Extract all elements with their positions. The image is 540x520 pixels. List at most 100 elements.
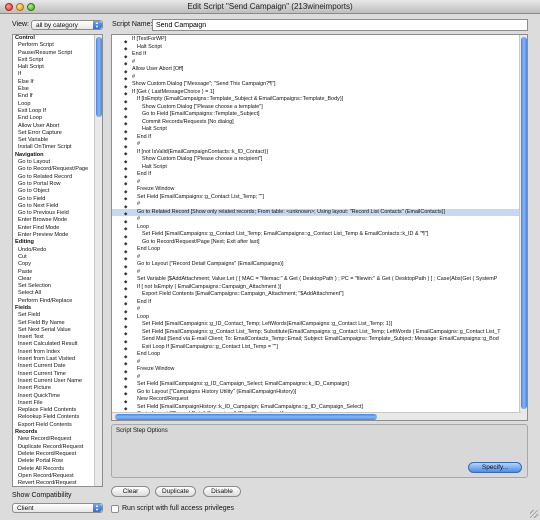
step-list-item[interactable]: Select All	[13, 290, 95, 297]
script-line[interactable]: ◆ End If	[112, 51, 521, 59]
step-list-item[interactable]: Perform Script	[13, 42, 95, 49]
compatibility-select[interactable]: Client	[12, 503, 103, 513]
script-line[interactable]: ◆ Go to Related Record [Show only related…	[112, 208, 521, 216]
step-list-item[interactable]: Delete Record/Request	[13, 451, 95, 458]
script-line[interactable]: ◆#	[112, 306, 521, 314]
script-line[interactable]: ◆ Export Field Contents [EmailCampaigns::…	[112, 291, 521, 299]
script-line[interactable]: ◆#	[112, 59, 521, 67]
script-line[interactable]: ◆#	[112, 216, 521, 224]
script-line[interactable]: ◆ End Loop	[112, 246, 521, 254]
script-line[interactable]: ◆ End Loop	[112, 351, 521, 359]
script-line[interactable]: ◆#	[112, 74, 521, 82]
step-list-item[interactable]: Cut	[13, 254, 95, 261]
step-list-item[interactable]: Relookup Field Contents	[13, 414, 95, 421]
script-line[interactable]: ◆ Set Field [EmailCampaigns::g_Contact Li…	[112, 231, 521, 239]
script-line[interactable]: ◆ Exit Loop If [EmailCampaigns::g_Contact…	[112, 344, 521, 352]
script-line[interactable]: ◆#	[112, 179, 521, 187]
script-line[interactable]: ◆ Freeze Window	[112, 186, 521, 194]
step-list-item[interactable]: End Loop	[13, 115, 95, 122]
step-list-item[interactable]: Go to Field	[13, 196, 95, 203]
step-list-item[interactable]: Install OnTimer Script	[13, 144, 95, 151]
step-list-item[interactable]: Revert Record/Request	[13, 480, 95, 486]
step-list-item[interactable]: Go to Layout	[13, 159, 95, 166]
step-list-item[interactable]: Set Error Capture	[13, 130, 95, 137]
step-list-item[interactable]: Set Next Serial Value	[13, 327, 95, 334]
resize-grip-icon[interactable]	[530, 510, 538, 518]
step-list-item[interactable]: Insert File	[13, 400, 95, 407]
script-line[interactable]: ◆ Set Field [EmailCampaigns::g_Contact Li…	[112, 194, 521, 202]
step-list-item[interactable]: Insert Current User Name	[13, 378, 95, 385]
script-line[interactable]: ◆ If [TestForWP]	[112, 36, 521, 44]
script-line[interactable]: ◆ Show Custom Dialog ["Message"; "Send Th…	[112, 81, 521, 89]
steps-list-scrollbar[interactable]	[94, 35, 102, 486]
step-list-item[interactable]: Insert from Last Visited	[13, 356, 95, 363]
step-category-header[interactable]: Records	[13, 429, 95, 436]
step-category-header[interactable]: Fields	[13, 305, 95, 312]
step-list-item[interactable]: Insert Calculated Result	[13, 341, 95, 348]
step-list-item[interactable]: End If	[13, 93, 95, 100]
step-list-item[interactable]: Paste	[13, 269, 95, 276]
steps-list-scroll-thumb[interactable]	[96, 37, 102, 117]
step-list-item[interactable]: Insert Text	[13, 334, 95, 341]
script-editor-hscrollbar[interactable]	[112, 412, 521, 420]
step-list-item[interactable]: Delete Portal Row	[13, 458, 95, 465]
script-line[interactable]: ◆Go to Layout ["Record Detail Campaigns"…	[112, 261, 521, 269]
step-list-item[interactable]: Else If	[13, 79, 95, 86]
drag-handle-icon[interactable]: ◆	[124, 420, 127, 421]
script-line[interactable]: ◆ Set Field [EmailCampaigns::g_Contact Li…	[112, 329, 521, 337]
step-list-item[interactable]: Undo/Redo	[13, 247, 95, 254]
script-line[interactable]: ◆#	[112, 269, 521, 277]
script-line[interactable]: ◆ Loop	[112, 314, 521, 322]
script-line[interactable]: ◆ Set Variable [$AddAttachment; Value:Let…	[112, 276, 521, 284]
step-list-item[interactable]: Go to Previous Field	[13, 210, 95, 217]
step-list-item[interactable]: Enter Browse Mode	[13, 217, 95, 224]
script-line[interactable]: ◆ Halt Script	[112, 164, 521, 172]
script-line[interactable]: ◆#	[112, 141, 521, 149]
step-list-item[interactable]: Set Variable	[13, 137, 95, 144]
script-line[interactable]: ◆ If [not IsValid(EmailCampaignContacts::…	[112, 149, 521, 157]
step-list-item[interactable]: Insert Current Date	[13, 363, 95, 370]
script-line[interactable]: ◆ Set Field [EmailCampaigns::g_ID_Contact…	[112, 321, 521, 329]
clear-button[interactable]: Clear	[111, 486, 150, 497]
script-line[interactable]: ◆ Go to Layout ["Campaigns History Utilit…	[112, 389, 521, 397]
script-line[interactable]: ◆ Go to Field [EmailCampaigns::Template_S…	[112, 111, 521, 119]
step-category-header[interactable]: Editing	[13, 239, 95, 246]
step-list-item[interactable]: Duplicate Record/Request	[13, 444, 95, 451]
script-line[interactable]: ◆ End If	[112, 134, 521, 142]
script-line[interactable]: ◆#	[112, 359, 521, 367]
step-list-item[interactable]: Copy	[13, 261, 95, 268]
view-select[interactable]: all by category	[31, 20, 103, 30]
step-list-item[interactable]: Set Selection	[13, 283, 95, 290]
script-line[interactable]: ◆#	[112, 374, 521, 382]
step-list-item[interactable]: Exit Script	[13, 57, 95, 64]
step-list-item[interactable]: Pause/Resume Script	[13, 50, 95, 57]
script-line[interactable]: ◆ Show Custom Dialog ["Please choose a te…	[112, 104, 521, 112]
step-list-item[interactable]: Insert Current Time	[13, 371, 95, 378]
step-category-header[interactable]: Navigation	[13, 152, 95, 159]
step-list-item[interactable]: Go to Related Record	[13, 174, 95, 181]
step-list-item[interactable]: Else	[13, 86, 95, 93]
script-line[interactable]: ◆#	[112, 201, 521, 209]
step-list-item[interactable]: If	[13, 71, 95, 78]
step-list-item[interactable]: Halt Script	[13, 64, 95, 71]
step-list-item[interactable]: Allow User Abort	[13, 123, 95, 130]
duplicate-button[interactable]: Duplicate	[155, 486, 196, 497]
step-list-item[interactable]: Delete All Records	[13, 466, 95, 473]
script-editor-hscroll-thumb[interactable]	[115, 414, 377, 420]
step-list-item[interactable]: Export Field Contents	[13, 422, 95, 429]
script-name-input[interactable]	[152, 19, 528, 31]
script-line[interactable]: ◆ Show Custom Dialog ["Please choose a re…	[112, 156, 521, 164]
script-line[interactable]: ◆ Send Mail [Send via E-mail Client; To: …	[112, 336, 521, 344]
script-editor-vscrollbar[interactable]	[519, 35, 527, 420]
step-list-item[interactable]: Replace Field Contents	[13, 407, 95, 414]
step-list-item[interactable]: Go to Record/Request/Page	[13, 166, 95, 173]
step-list-item[interactable]: Perform Find/Replace	[13, 298, 95, 305]
step-list-item[interactable]: Go to Object	[13, 188, 95, 195]
disable-button[interactable]: Disable	[203, 486, 241, 497]
step-list-item[interactable]: Enter Find Mode	[13, 225, 95, 232]
step-list-item[interactable]: Go to Portal Row	[13, 181, 95, 188]
script-line[interactable]: ◆ Freeze Window	[112, 366, 521, 374]
script-line[interactable]: ◆ Set Field [EmailCampaigns::g_ID_Campaig…	[112, 381, 521, 389]
specify-button[interactable]: Specify...	[468, 462, 522, 473]
script-line[interactable]: ◆ Go to Record/Request/Page [Next; Exit a…	[112, 239, 521, 247]
